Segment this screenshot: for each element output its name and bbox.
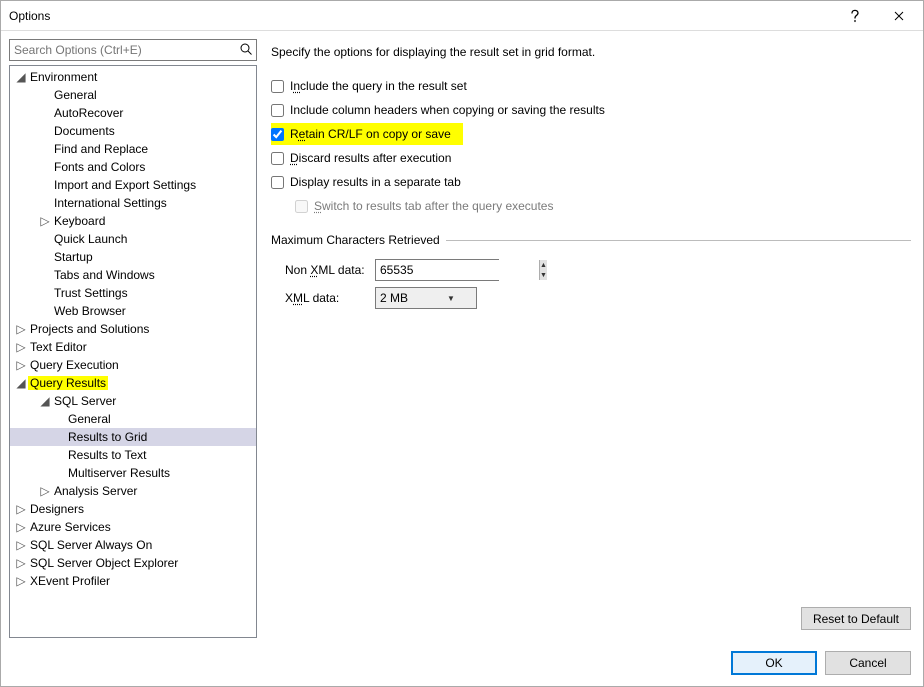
tree-node-azure-services[interactable]: ▷Azure Services [10, 518, 256, 536]
expander-closed-icon[interactable]: ▷ [14, 520, 28, 534]
options-dialog: Options ◢Environment General AutoRecover… [0, 0, 924, 687]
checkbox-row-retain-crlf: Retain CR/LF on copy or save [271, 123, 463, 145]
expander-open-icon[interactable]: ◢ [14, 376, 28, 390]
search-input[interactable] [9, 39, 257, 61]
options-tree[interactable]: ◢Environment General AutoRecover Documen… [9, 65, 257, 638]
spin-up-icon[interactable]: ▲ [540, 260, 547, 270]
expander-closed-icon[interactable]: ▷ [14, 538, 28, 552]
left-pane: ◢Environment General AutoRecover Documen… [9, 39, 257, 638]
checkbox-label: Retain CR/LF on copy or save [290, 127, 451, 141]
help-button[interactable] [833, 2, 877, 30]
checkbox-row-include-query: Include the query in the result set [271, 75, 911, 97]
tree-node-sql-server[interactable]: ◢SQL Server [10, 392, 256, 410]
tree-node-projects-solutions[interactable]: ▷Projects and Solutions [10, 320, 256, 338]
expander-closed-icon[interactable]: ▷ [14, 502, 28, 516]
non-xml-spinner[interactable]: ▲ ▼ [375, 259, 499, 281]
checkbox-label: Discard results after execution [290, 151, 451, 165]
tree-node-xevent-profiler[interactable]: ▷XEvent Profiler [10, 572, 256, 590]
tree-node-sql-object-explorer[interactable]: ▷SQL Server Object Explorer [10, 554, 256, 572]
expander-closed-icon[interactable]: ▷ [14, 358, 28, 372]
tree-node-documents[interactable]: Documents [10, 122, 256, 140]
spinner-buttons[interactable]: ▲ ▼ [539, 260, 547, 280]
close-button[interactable] [877, 2, 921, 30]
tree-node-general[interactable]: General [10, 86, 256, 104]
chevron-down-icon[interactable]: ▼ [426, 294, 476, 303]
help-icon [850, 9, 860, 23]
dialog-footer: OK Cancel [1, 638, 923, 686]
checkbox-label: Switch to results tab after the query ex… [314, 199, 553, 213]
tree-node-quick-launch[interactable]: Quick Launch [10, 230, 256, 248]
expander-closed-icon[interactable]: ▷ [14, 322, 28, 336]
tree-node-trust-settings[interactable]: Trust Settings [10, 284, 256, 302]
tree-node-international[interactable]: International Settings [10, 194, 256, 212]
tree-node-tabs-windows[interactable]: Tabs and Windows [10, 266, 256, 284]
checkbox-label: Display results in a separate tab [290, 175, 461, 189]
tree-node-find-replace[interactable]: Find and Replace [10, 140, 256, 158]
checkbox-row-include-headers: Include column headers when copying or s… [271, 99, 911, 121]
titlebar: Options [1, 1, 923, 31]
checkbox-include-headers[interactable] [271, 104, 284, 117]
panel-description: Specify the options for displaying the r… [271, 45, 911, 59]
tree-node-environment[interactable]: ◢Environment [10, 68, 256, 86]
settings-panel: Specify the options for displaying the r… [257, 39, 915, 638]
expander-closed-icon[interactable]: ▷ [38, 484, 52, 498]
checkbox-row-switch-tab: Switch to results tab after the query ex… [271, 195, 911, 217]
tree-node-results-to-grid[interactable]: Results to Grid [10, 428, 256, 446]
non-xml-label: Non XML data: [285, 263, 375, 277]
tree-node-autorecover[interactable]: AutoRecover [10, 104, 256, 122]
checkbox-switch-tab [295, 200, 308, 213]
field-row-xml: XML data: 2 MB ▼ [271, 285, 911, 311]
field-row-non-xml: Non XML data: ▲ ▼ [271, 257, 911, 283]
fieldset-legend: Maximum Characters Retrieved [271, 233, 446, 247]
tree-node-sql-always-on[interactable]: ▷SQL Server Always On [10, 536, 256, 554]
tree-node-multiserver-results[interactable]: Multiserver Results [10, 464, 256, 482]
tree-node-analysis-server[interactable]: ▷Analysis Server [10, 482, 256, 500]
tree-node-query-execution[interactable]: ▷Query Execution [10, 356, 256, 374]
checkbox-label: Include column headers when copying or s… [290, 103, 605, 117]
checkbox-retain-crlf[interactable] [271, 128, 284, 141]
checkbox-row-discard: Discard results after execution [271, 147, 911, 169]
expander-closed-icon[interactable]: ▷ [14, 340, 28, 354]
ok-button[interactable]: OK [731, 651, 817, 675]
checkbox-discard-results[interactable] [271, 152, 284, 165]
reset-button[interactable]: Reset to Default [801, 607, 911, 630]
expander-closed-icon[interactable]: ▷ [38, 214, 52, 228]
xml-label: XML data: [285, 291, 375, 305]
tree-node-query-results[interactable]: ◢Query Results [10, 374, 256, 392]
fieldset-max-chars: Maximum Characters Retrieved Non XML dat… [271, 233, 911, 313]
tree-node-designers[interactable]: ▷Designers [10, 500, 256, 518]
tree-node-general2[interactable]: General [10, 410, 256, 428]
expander-open-icon[interactable]: ◢ [38, 394, 52, 408]
expander-closed-icon[interactable]: ▷ [14, 556, 28, 570]
checkbox-include-query[interactable] [271, 80, 284, 93]
tree-node-import-export[interactable]: Import and Export Settings [10, 176, 256, 194]
tree-node-startup[interactable]: Startup [10, 248, 256, 266]
checkbox-label: Include the query in the result set [290, 79, 467, 93]
checkbox-separate-tab[interactable] [271, 176, 284, 189]
tree-node-results-to-text[interactable]: Results to Text [10, 446, 256, 464]
window-title: Options [9, 9, 833, 23]
tree-node-web-browser[interactable]: Web Browser [10, 302, 256, 320]
expander-open-icon[interactable]: ◢ [14, 70, 28, 84]
tree-node-keyboard[interactable]: ▷Keyboard [10, 212, 256, 230]
tree-node-text-editor[interactable]: ▷Text Editor [10, 338, 256, 356]
xml-combo-value: 2 MB [376, 291, 426, 305]
non-xml-input[interactable] [376, 260, 539, 280]
tree-node-fonts-colors[interactable]: Fonts and Colors [10, 158, 256, 176]
expander-closed-icon[interactable]: ▷ [14, 574, 28, 588]
checkbox-row-separate-tab: Display results in a separate tab [271, 171, 911, 193]
close-icon [894, 11, 904, 21]
cancel-button[interactable]: Cancel [825, 651, 911, 675]
xml-combo[interactable]: 2 MB ▼ [375, 287, 477, 309]
spin-down-icon[interactable]: ▼ [540, 270, 547, 280]
